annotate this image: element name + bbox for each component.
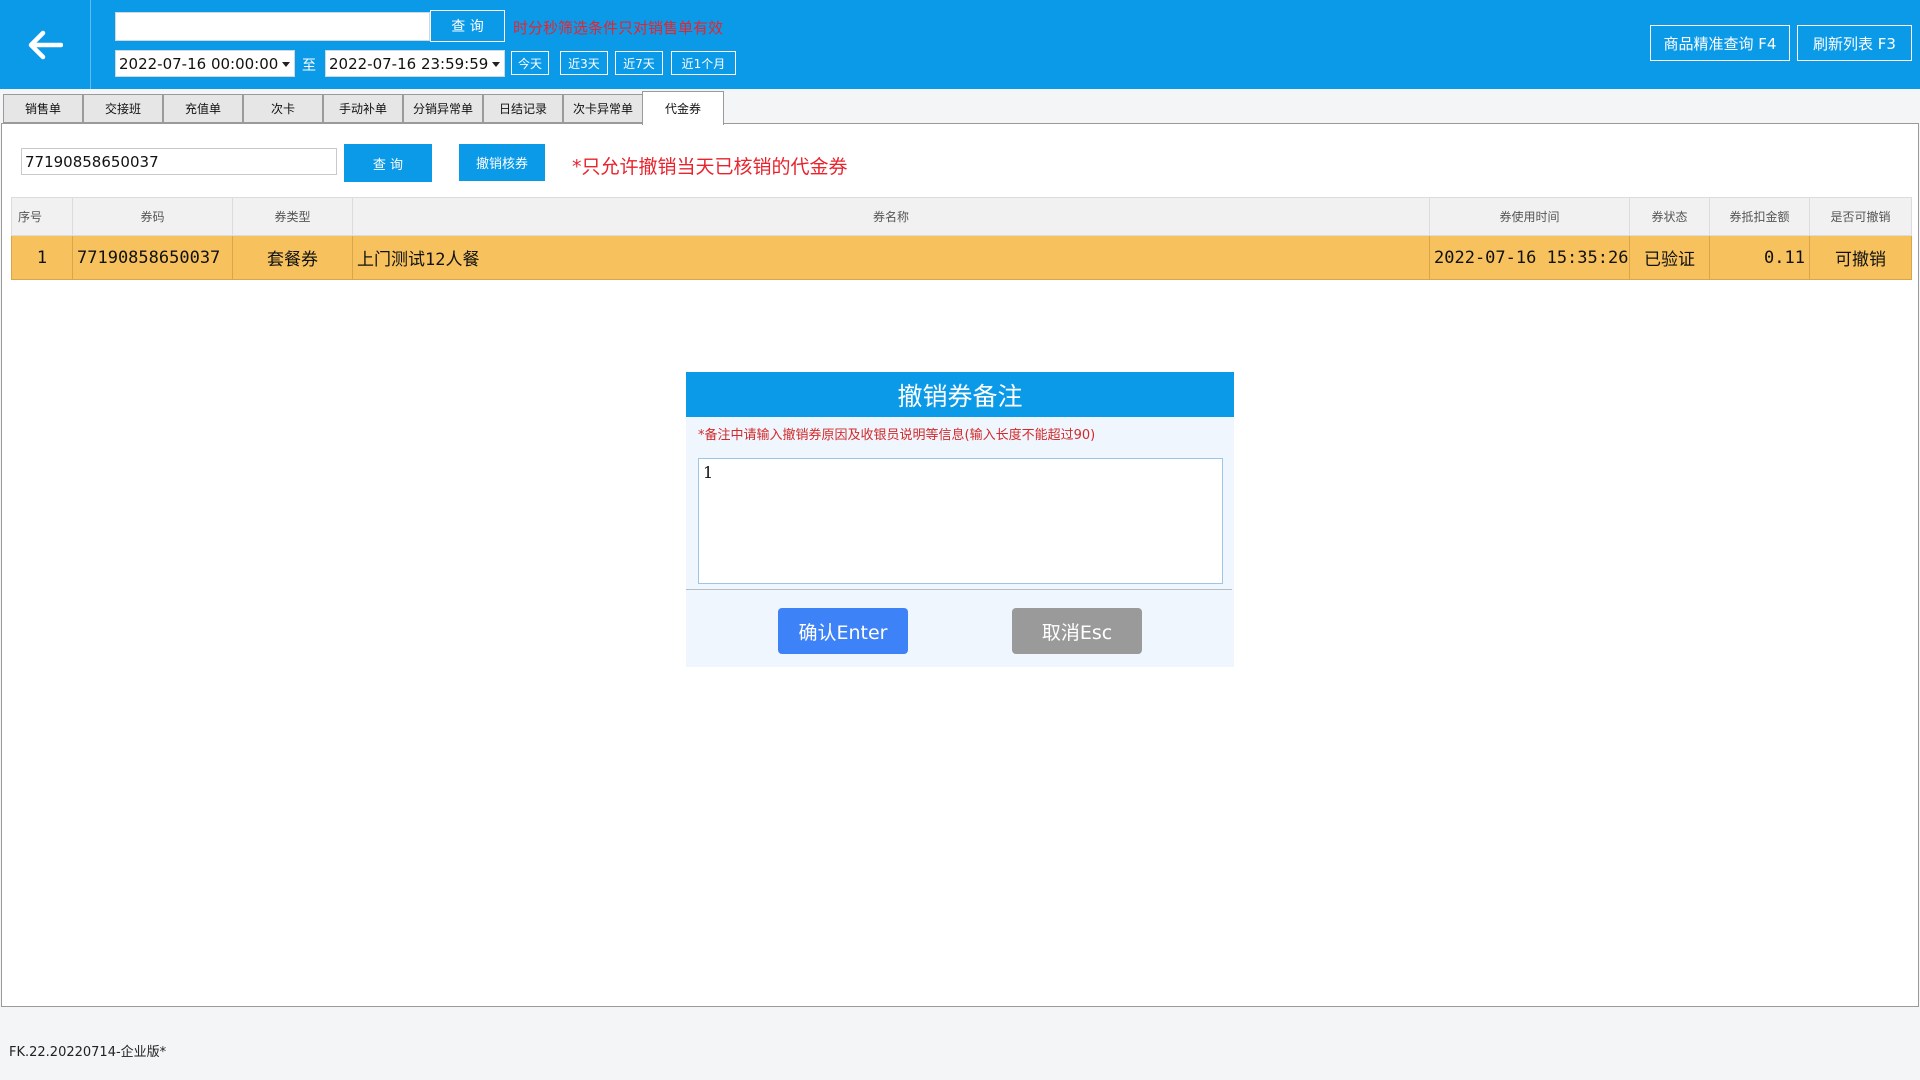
revoke-voucher-button[interactable]: 撤销核券	[459, 144, 545, 181]
column-header-name: 券名称	[352, 197, 1430, 236]
column-header-used-time: 券使用时间	[1429, 197, 1630, 236]
dialog-divider	[686, 589, 1232, 590]
tab-shift-handover[interactable]: 交接班	[83, 94, 163, 123]
tab-manual-order[interactable]: 手动补单	[323, 94, 403, 123]
voucher-table: 序号 券码 券类型 券名称 券使用时间 券状态 券抵扣金额 是否可撤销 1 77…	[11, 197, 1912, 280]
tab-times-card[interactable]: 次卡	[243, 94, 323, 123]
tab-voucher[interactable]: 代金券	[642, 91, 724, 125]
column-header-status: 券状态	[1629, 197, 1710, 236]
back-button[interactable]	[0, 0, 91, 89]
version-label: FK.22.20220714-企业版*	[9, 1045, 167, 1060]
voucher-code-input[interactable]: 77190858650037	[21, 148, 337, 175]
cell-type: 套餐券	[232, 235, 353, 280]
cell-name: 上门测试12人餐	[352, 235, 1430, 280]
remark-textarea[interactable]: 1	[698, 458, 1223, 584]
revoke-remark-dialog: 撤销券备注 *备注中请输入撤销券原因及收银员说明等信息(输入长度不能超过90) …	[686, 372, 1234, 667]
dialog-title: 撤销券备注	[686, 372, 1234, 417]
quick-today-button[interactable]: 今天	[511, 51, 549, 75]
column-header-amount: 券抵扣金额	[1709, 197, 1810, 236]
column-header-revocable: 是否可撤销	[1809, 197, 1912, 236]
refresh-list-button[interactable]: 刷新列表 F3	[1797, 25, 1912, 61]
time-filter-hint: 时分秒筛选条件只对销售单有效	[513, 19, 724, 37]
cell-index: 1	[11, 235, 73, 280]
table-row[interactable]: 1 77190858650037 套餐券 上门测试12人餐 2022-07-16…	[11, 235, 1912, 280]
tab-daily-settlement[interactable]: 日结记录	[483, 94, 563, 123]
column-header-type: 券类型	[232, 197, 353, 236]
caret-down-icon	[492, 62, 500, 67]
date-to-picker[interactable]: 2022-07-16 23:59:59	[325, 50, 505, 77]
tab-sales-order[interactable]: 销售单	[3, 94, 83, 123]
cell-used-time: 2022-07-16 15:35:26	[1429, 235, 1630, 280]
arrow-left-icon	[28, 30, 63, 59]
caret-down-icon	[282, 62, 290, 67]
dialog-note: *备注中请输入撤销券原因及收银员说明等信息(输入长度不能超过90)	[698, 428, 1096, 443]
exact-product-query-button[interactable]: 商品精准查询 F4	[1650, 25, 1790, 61]
date-to-value: 2022-07-16 23:59:59	[329, 54, 489, 73]
tab-times-card-exception[interactable]: 次卡异常单	[563, 94, 643, 123]
tab-distribution-exception[interactable]: 分销异常单	[403, 94, 483, 123]
quick-3days-button[interactable]: 近3天	[560, 51, 608, 75]
keyword-input[interactable]	[115, 12, 430, 41]
quick-1month-button[interactable]: 近1个月	[671, 51, 736, 75]
date-from-value: 2022-07-16 00:00:00	[119, 54, 279, 73]
column-header-code: 券码	[72, 197, 233, 236]
header-query-button[interactable]: 查 询	[430, 10, 505, 42]
table-header-row: 序号 券码 券类型 券名称 券使用时间 券状态 券抵扣金额 是否可撤销	[11, 197, 1912, 236]
cell-status: 已验证	[1629, 235, 1710, 280]
cell-code: 77190858650037	[72, 235, 233, 280]
cancel-button[interactable]: 取消Esc	[1012, 608, 1142, 654]
column-header-index: 序号	[11, 197, 73, 236]
date-from-picker[interactable]: 2022-07-16 00:00:00	[115, 50, 295, 77]
confirm-button[interactable]: 确认Enter	[778, 608, 908, 654]
cell-revocable: 可撤销	[1809, 235, 1912, 280]
top-header: 查 询 时分秒筛选条件只对销售单有效 2022-07-16 00:00:00 至…	[0, 0, 1920, 89]
quick-7days-button[interactable]: 近7天	[615, 51, 663, 75]
revoke-hint: *只允许撤销当天已核销的代金券	[572, 156, 848, 178]
date-separator: 至	[302, 58, 316, 74]
voucher-query-button[interactable]: 查 询	[344, 144, 432, 182]
tab-recharge-order[interactable]: 充值单	[163, 94, 243, 123]
cell-amount: 0.11	[1709, 235, 1810, 280]
